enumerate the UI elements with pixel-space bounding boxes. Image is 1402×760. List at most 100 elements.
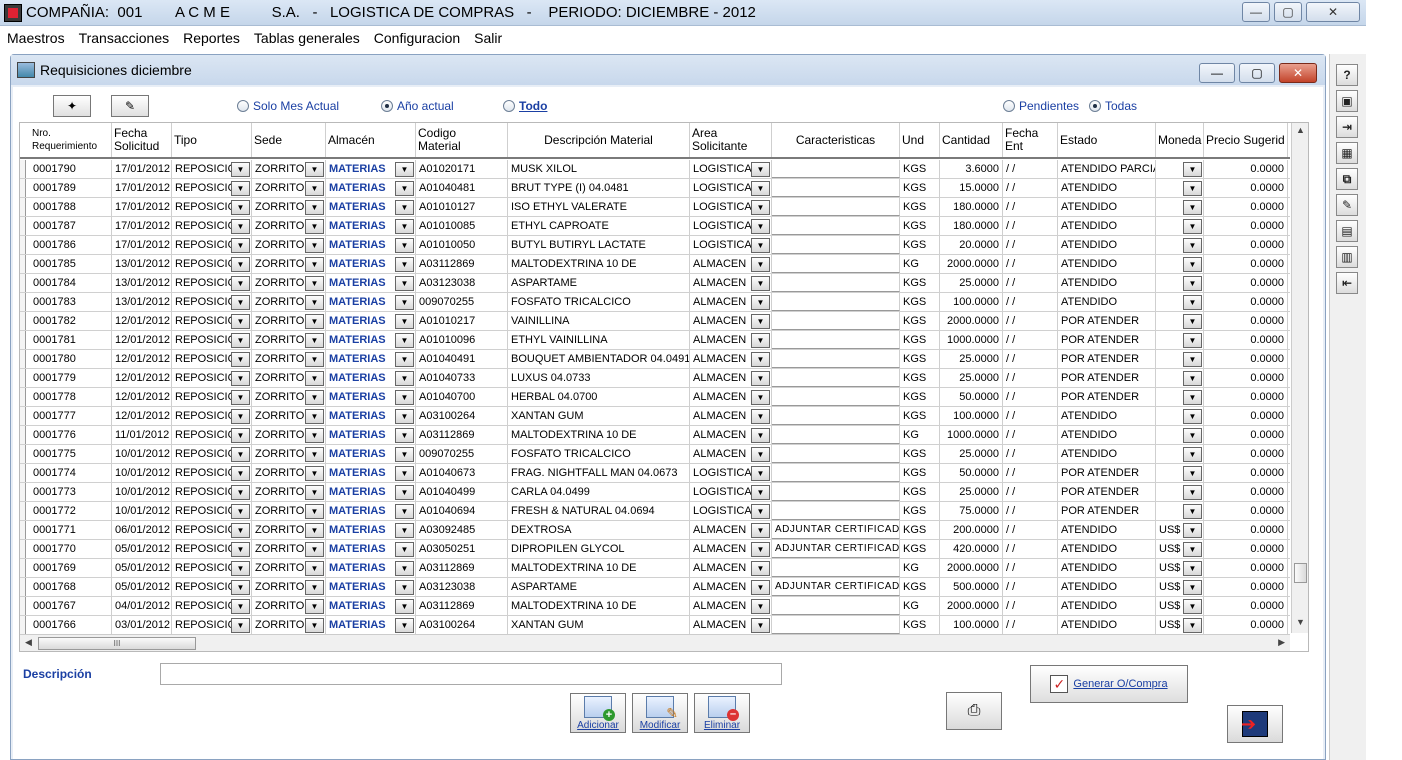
- dropdown-arrow-icon[interactable]: ▼: [751, 180, 770, 196]
- dropdown-arrow-icon[interactable]: ▼: [305, 313, 324, 329]
- cell-tipo[interactable]: REPOSICIO ▼: [172, 426, 252, 444]
- cell-caracteristicas[interactable]: [772, 274, 900, 292]
- cell-almacen[interactable]: MATERIAS ▼: [326, 388, 416, 406]
- table-row[interactable]: 0001780 12/01/2012 REPOSICIO ▼ ZORRITO ▼ MATER…: [20, 350, 1290, 369]
- row-selector[interactable]: [20, 426, 26, 444]
- table-row[interactable]: 0001790 17/01/2012 REPOSICIO ▼ ZORRITO ▼ MATER…: [20, 160, 1290, 179]
- cell-moneda[interactable]: US$ ▼: [1156, 597, 1204, 615]
- cell-sede[interactable]: ZORRITO ▼: [252, 198, 326, 216]
- cell-area-solicitante[interactable]: LOGISTICA ▼: [690, 483, 772, 501]
- cell-area-solicitante[interactable]: LOGISTICA ▼: [690, 236, 772, 254]
- menu-configuracion[interactable]: Configuracion: [367, 30, 467, 46]
- child-close-button[interactable]: ✕: [1279, 63, 1317, 83]
- cell-caracteristicas[interactable]: ADJUNTAR CERTIFICADO: [772, 540, 900, 558]
- dropdown-arrow-icon[interactable]: ▼: [1183, 351, 1202, 367]
- cell-tipo[interactable]: REPOSICIO ▼: [172, 521, 252, 539]
- cell-moneda[interactable]: US$ ▼: [1156, 616, 1204, 634]
- cell-caracteristicas[interactable]: [772, 597, 900, 615]
- row-selector[interactable]: [20, 198, 26, 216]
- dropdown-arrow-icon[interactable]: ▼: [395, 161, 414, 177]
- dropdown-arrow-icon[interactable]: ▼: [1183, 161, 1202, 177]
- table-row[interactable]: 0001777 12/01/2012 REPOSICIO ▼ ZORRITO ▼ MATER…: [20, 407, 1290, 426]
- row-selector[interactable]: [20, 179, 26, 197]
- row-selector[interactable]: [20, 521, 26, 539]
- cell-sede[interactable]: ZORRITO ▼: [252, 540, 326, 558]
- dropdown-arrow-icon[interactable]: ▼: [751, 427, 770, 443]
- menu-maestros[interactable]: Maestros: [0, 30, 72, 46]
- dropdown-arrow-icon[interactable]: ▼: [305, 617, 324, 633]
- cell-moneda[interactable]: US$ ▼: [1156, 578, 1204, 596]
- cell-sede[interactable]: ZORRITO ▼: [252, 331, 326, 349]
- dropdown-arrow-icon[interactable]: ▼: [395, 465, 414, 481]
- cell-moneda[interactable]: ▼: [1156, 160, 1204, 178]
- dropdown-arrow-icon[interactable]: ▼: [231, 256, 250, 272]
- dropdown-arrow-icon[interactable]: ▼: [751, 313, 770, 329]
- radio-todas-dot[interactable]: [1089, 100, 1101, 112]
- print-button[interactable]: ⎙: [946, 692, 1002, 730]
- table-row[interactable]: 0001778 12/01/2012 REPOSICIO ▼ ZORRITO ▼ MATER…: [20, 388, 1290, 407]
- dropdown-arrow-icon[interactable]: ▼: [751, 218, 770, 234]
- dropdown-arrow-icon[interactable]: ▼: [1183, 237, 1202, 253]
- cell-moneda[interactable]: ▼: [1156, 236, 1204, 254]
- cell-moneda[interactable]: ▼: [1156, 217, 1204, 235]
- calendar-icon[interactable]: ▦: [1336, 142, 1358, 164]
- cell-area-solicitante[interactable]: ALMACEN ▼: [690, 350, 772, 368]
- dropdown-arrow-icon[interactable]: ▼: [305, 541, 324, 557]
- dropdown-arrow-icon[interactable]: ▼: [395, 237, 414, 253]
- cell-tipo[interactable]: REPOSICIO ▼: [172, 464, 252, 482]
- cell-tipo[interactable]: REPOSICIO ▼: [172, 559, 252, 577]
- header-und[interactable]: Und: [900, 123, 940, 157]
- dropdown-arrow-icon[interactable]: ▼: [395, 522, 414, 538]
- table-row[interactable]: 0001772 10/01/2012 REPOSICIO ▼ ZORRITO ▼ MATER…: [20, 502, 1290, 521]
- cell-caracteristicas[interactable]: [772, 464, 900, 482]
- dropdown-arrow-icon[interactable]: ▼: [305, 484, 324, 500]
- dropdown-arrow-icon[interactable]: ▼: [231, 180, 250, 196]
- row-selector[interactable]: [20, 236, 26, 254]
- dropdown-arrow-icon[interactable]: ▼: [1183, 598, 1202, 614]
- dropdown-arrow-icon[interactable]: ▼: [751, 332, 770, 348]
- cell-sede[interactable]: ZORRITO ▼: [252, 236, 326, 254]
- cell-area-solicitante[interactable]: ALMACEN ▼: [690, 578, 772, 596]
- dropdown-arrow-icon[interactable]: ▼: [395, 180, 414, 196]
- menu-transacciones[interactable]: Transacciones: [72, 30, 177, 46]
- dropdown-arrow-icon[interactable]: ▼: [231, 389, 250, 405]
- dropdown-arrow-icon[interactable]: ▼: [305, 427, 324, 443]
- cell-sede[interactable]: ZORRITO ▼: [252, 217, 326, 235]
- radio-anio-actual-dot[interactable]: [381, 100, 393, 112]
- dropdown-arrow-icon[interactable]: ▼: [305, 465, 324, 481]
- radio-pendientes-dot[interactable]: [1003, 100, 1015, 112]
- table-row[interactable]: 0001771 06/01/2012 REPOSICIO ▼ ZORRITO ▼ MATER…: [20, 521, 1290, 540]
- cell-area-solicitante[interactable]: LOGISTICA ▼: [690, 160, 772, 178]
- dropdown-arrow-icon[interactable]: ▼: [751, 408, 770, 424]
- vertical-scroll-thumb[interactable]: [1294, 563, 1307, 583]
- cell-sede[interactable]: ZORRITO ▼: [252, 388, 326, 406]
- row-selector[interactable]: [20, 502, 26, 520]
- cell-tipo[interactable]: REPOSICIO ▼: [172, 274, 252, 292]
- modificar-button[interactable]: Modificar: [632, 693, 688, 733]
- dropdown-arrow-icon[interactable]: ▼: [231, 484, 250, 500]
- dropdown-arrow-icon[interactable]: ▼: [1183, 541, 1202, 557]
- cell-area-solicitante[interactable]: ALMACEN ▼: [690, 445, 772, 463]
- dropdown-arrow-icon[interactable]: ▼: [231, 617, 250, 633]
- dropdown-arrow-icon[interactable]: ▼: [305, 237, 324, 253]
- dropdown-arrow-icon[interactable]: ▼: [395, 427, 414, 443]
- cell-almacen[interactable]: MATERIAS ▼: [326, 502, 416, 520]
- table-row[interactable]: 0001785 13/01/2012 REPOSICIO ▼ ZORRITO ▼ MATER…: [20, 255, 1290, 274]
- dropdown-arrow-icon[interactable]: ▼: [1183, 484, 1202, 500]
- child-minimize-button[interactable]: —: [1199, 63, 1235, 83]
- cell-tipo[interactable]: REPOSICIO ▼: [172, 350, 252, 368]
- header-codigo-material[interactable]: Codigo Material: [416, 123, 508, 157]
- dropdown-arrow-icon[interactable]: ▼: [1183, 275, 1202, 291]
- cell-sede[interactable]: ZORRITO ▼: [252, 502, 326, 520]
- scroll-up-icon[interactable]: ▲: [1294, 125, 1307, 139]
- header-sede[interactable]: Sede: [252, 123, 326, 157]
- dropdown-arrow-icon[interactable]: ▼: [751, 370, 770, 386]
- cell-sede[interactable]: ZORRITO ▼: [252, 407, 326, 425]
- dropdown-arrow-icon[interactable]: ▼: [231, 522, 250, 538]
- header-precio-sugerido[interactable]: Precio Sugerid: [1204, 123, 1288, 157]
- cell-moneda[interactable]: ▼: [1156, 369, 1204, 387]
- row-selector[interactable]: [20, 597, 26, 615]
- menu-salir[interactable]: Salir: [467, 30, 509, 46]
- dropdown-arrow-icon[interactable]: ▼: [231, 218, 250, 234]
- eliminar-button[interactable]: Eliminar: [694, 693, 750, 733]
